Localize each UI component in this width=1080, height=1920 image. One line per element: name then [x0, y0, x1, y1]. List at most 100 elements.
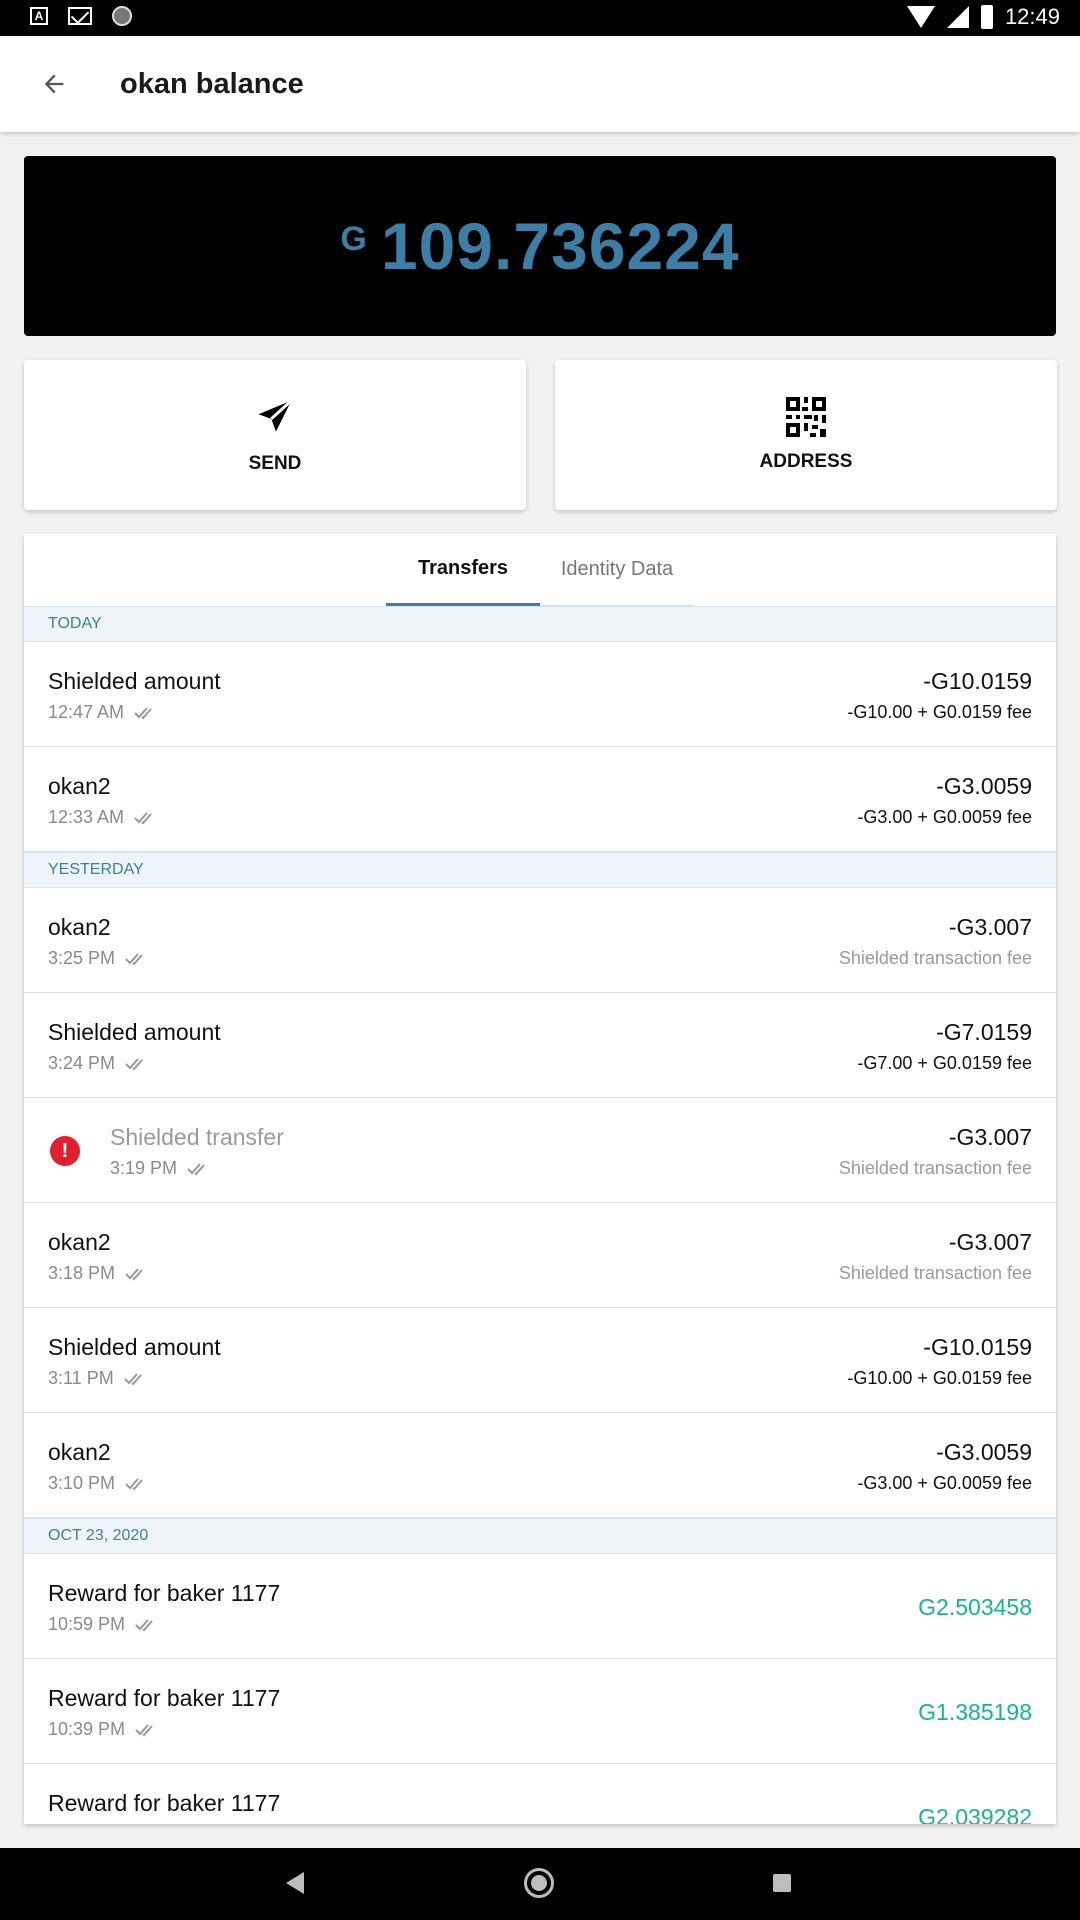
- transaction-row[interactable]: Shielded amount 12:47 AM -G10.0159 -G10.…: [24, 642, 1056, 747]
- transaction-amount: G2.039282: [918, 1804, 1032, 1824]
- time-text: 3:19 PM: [110, 1158, 178, 1178]
- transaction-detail: -G3.00 + G0.0059 fee: [857, 807, 1032, 827]
- balance-card: G 109.736224: [24, 156, 1056, 336]
- nav-recents-icon[interactable]: [773, 1874, 791, 1892]
- double-check-icon: [123, 1372, 142, 1385]
- transaction-time: 3:19 PM: [110, 1158, 209, 1179]
- signal-icon: [946, 6, 969, 28]
- transaction-amount: -G3.007: [948, 1124, 1032, 1150]
- time-text: 12:47 AM: [48, 702, 125, 722]
- error-icon: !: [50, 1136, 80, 1166]
- transaction-row[interactable]: Shielded amount 3:24 PM -G7.0159 -G7.00 …: [24, 993, 1056, 1098]
- app-bar: okan balance: [0, 36, 1080, 132]
- transaction-amount: G1.385198: [918, 1699, 1032, 1725]
- transaction-detail: -G10.00 + G0.0159 fee: [847, 1368, 1032, 1388]
- transaction-name: Shielded transfer: [110, 1124, 284, 1150]
- tab-identity-data[interactable]: Identity Data: [540, 534, 694, 606]
- transaction-time: 10:59 PM: [48, 1614, 157, 1635]
- double-check-icon: [135, 1723, 153, 1736]
- send-label: SEND: [248, 453, 302, 474]
- qr-code-icon: [786, 397, 826, 437]
- transaction-row[interactable]: Reward for baker 1177 10:39 PM G1.385198: [24, 1659, 1056, 1764]
- transaction-amount: -G10.0159: [923, 668, 1032, 694]
- wifi-icon: [906, 6, 935, 28]
- transaction-time: 12:33 AM: [48, 807, 156, 828]
- section-header-yesterday: YESTERDAY: [24, 852, 1056, 888]
- transaction-row[interactable]: Reward for baker 1177 10:59 PM G2.503458: [24, 1554, 1056, 1659]
- transaction-name: Reward for baker 1177: [48, 1685, 281, 1711]
- transaction-name: okan2: [48, 1229, 111, 1255]
- transaction-time: 3:24 PM: [48, 1053, 147, 1074]
- address-button[interactable]: ADDRESS: [555, 360, 1057, 510]
- transaction-time: 3:11 PM: [48, 1368, 146, 1389]
- time-text: 12:33 AM: [48, 807, 125, 827]
- transaction-name: okan2: [48, 773, 111, 799]
- transaction-detail: -G10.00 + G0.0159 fee: [847, 702, 1032, 722]
- status-bar: A 12:49: [0, 0, 1080, 36]
- notification-icons: A: [30, 6, 132, 26]
- transaction-row[interactable]: Shielded amount 3:11 PM -G10.0159 -G10.0…: [24, 1308, 1056, 1413]
- nav-back-icon[interactable]: [286, 1872, 304, 1894]
- section-header-today: TODAY: [24, 606, 1056, 642]
- address-label: ADDRESS: [759, 451, 853, 472]
- transaction-time: 12:47 AM: [48, 702, 156, 723]
- balance-amount: 109.736224: [380, 209, 740, 283]
- double-check-icon: [125, 952, 143, 965]
- transaction-detail: Shielded transaction fee: [838, 1158, 1032, 1178]
- transaction-time: 10:39 PM: [48, 1719, 157, 1740]
- mail-notification-icon: [68, 7, 92, 25]
- system-icons: 12:49: [906, 4, 1060, 30]
- transaction-amount: -G3.0059: [936, 773, 1032, 799]
- transaction-row[interactable]: okan2 3:18 PM -G3.007 Shielded transacti…: [24, 1203, 1056, 1308]
- font-notification-icon: A: [30, 7, 48, 25]
- transaction-amount: -G7.0159: [936, 1019, 1032, 1045]
- page-title: okan balance: [120, 67, 304, 100]
- transaction-name: okan2: [48, 1439, 111, 1465]
- transaction-detail: -G3.00 + G0.0059 fee: [857, 1473, 1032, 1493]
- transaction-amount: -G3.0059: [936, 1439, 1032, 1465]
- time-text: 10:39 PM: [48, 1719, 126, 1739]
- transaction-amount: G2.503458: [918, 1594, 1032, 1620]
- time-text: 3:11 PM: [48, 1368, 114, 1388]
- double-check-icon: [135, 1618, 153, 1631]
- double-check-icon: [134, 811, 152, 824]
- double-check-icon: [134, 706, 152, 719]
- system-nav-bar: [0, 1848, 1080, 1920]
- transaction-row[interactable]: okan2 12:33 AM -G3.0059 -G3.00 + G0.0059…: [24, 747, 1056, 852]
- transaction-detail: Shielded transaction fee: [838, 948, 1032, 968]
- double-check-icon: [125, 1267, 143, 1280]
- time-text: 10:59 PM: [48, 1614, 126, 1634]
- section-header-date: OCT 23, 2020: [24, 1518, 1056, 1554]
- transaction-row[interactable]: Reward for baker 1177 G2.039282: [24, 1764, 1056, 1824]
- double-check-icon: [125, 1477, 143, 1490]
- sync-notification-icon: [112, 6, 132, 26]
- send-button[interactable]: SEND: [24, 360, 526, 510]
- tab-bar: Transfers Identity Data: [24, 534, 1056, 606]
- transaction-name: Shielded amount: [48, 1019, 221, 1045]
- tab-transfers[interactable]: Transfers: [386, 534, 540, 606]
- nav-home-icon[interactable]: [524, 1868, 554, 1898]
- transaction-name: Shielded amount: [48, 668, 221, 694]
- time-text: 3:18 PM: [48, 1263, 116, 1283]
- transaction-name: Reward for baker 1177: [48, 1580, 281, 1606]
- transaction-name: Reward for baker 1177: [48, 1790, 281, 1816]
- transaction-amount: -G10.0159: [923, 1334, 1032, 1360]
- battery-icon: [980, 5, 993, 29]
- transaction-time: 3:25 PM: [48, 948, 147, 969]
- transaction-detail: -G7.00 + G0.0159 fee: [857, 1053, 1032, 1073]
- transaction-amount: -G3.007: [948, 1229, 1032, 1255]
- clock: 12:49: [1004, 4, 1060, 29]
- back-button[interactable]: [26, 56, 82, 112]
- arrow-back-icon: [44, 74, 64, 94]
- transaction-name: Shielded amount: [48, 1334, 221, 1360]
- transaction-time: 3:18 PM: [48, 1263, 147, 1284]
- transaction-row[interactable]: okan2 3:25 PM -G3.007 Shielded transacti…: [24, 888, 1056, 993]
- double-check-icon: [187, 1162, 205, 1175]
- transaction-amount: -G3.007: [948, 914, 1032, 940]
- transaction-detail: Shielded transaction fee: [838, 1263, 1032, 1283]
- double-check-icon: [125, 1057, 143, 1070]
- time-text: 3:10 PM: [48, 1473, 116, 1493]
- transaction-row[interactable]: okan2 3:10 PM -G3.0059 -G3.00 + G0.0059 …: [24, 1413, 1056, 1518]
- transaction-row-failed[interactable]: ! Shielded transfer 3:19 PM -G3.007 Shie…: [24, 1098, 1056, 1203]
- send-icon: [258, 399, 293, 432]
